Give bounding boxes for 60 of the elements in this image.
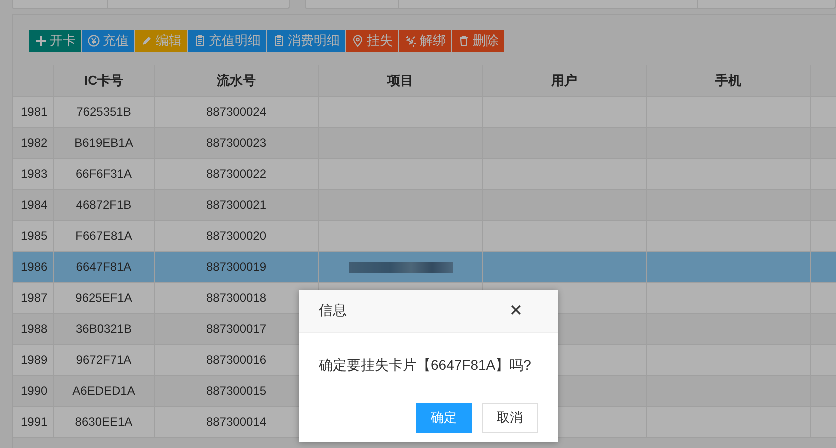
pencil-icon bbox=[141, 35, 153, 47]
row-number: 1982 bbox=[21, 136, 48, 150]
table-cell: 887300015 bbox=[206, 384, 267, 398]
table-cell: 887300023 bbox=[206, 136, 267, 150]
row-number: 1991 bbox=[21, 415, 48, 429]
toolbar-button[interactable]: 充值明细 bbox=[188, 30, 266, 52]
yen-icon bbox=[88, 35, 100, 47]
toolbar-button[interactable]: 充值 bbox=[82, 30, 134, 52]
table-cell: 8630EE1A bbox=[75, 415, 133, 429]
dialog-message: 确定要挂失卡片【6647F81A】吗? bbox=[319, 357, 532, 373]
table-cell: B619EB1A bbox=[74, 136, 134, 150]
unlink-icon bbox=[405, 35, 417, 47]
table-cell: 887300020 bbox=[206, 229, 267, 243]
cancel-button[interactable]: 取消 bbox=[482, 403, 538, 433]
row-number: 1988 bbox=[21, 322, 48, 336]
table-cell: A6EDED1A bbox=[72, 384, 136, 398]
table-cell: 887300021 bbox=[206, 198, 267, 212]
table-cell: 887300024 bbox=[206, 105, 267, 119]
clipboard-icon bbox=[194, 35, 206, 47]
toolbar-button[interactable]: 开卡 bbox=[29, 30, 81, 52]
toolbar-button[interactable]: 挂失 bbox=[346, 30, 398, 52]
row-number: 1983 bbox=[21, 167, 48, 181]
row-number: 1990 bbox=[21, 384, 48, 398]
table-cell: F667E81A bbox=[76, 229, 132, 243]
table-cell: 46872F1B bbox=[76, 198, 132, 212]
table-cell: 887300018 bbox=[206, 291, 267, 305]
column-header: 项目 bbox=[319, 65, 483, 96]
table-cell: 66F6F31A bbox=[76, 167, 132, 181]
pin-icon bbox=[352, 35, 364, 47]
clipboard-icon bbox=[273, 35, 285, 47]
column-header: IC卡号 bbox=[54, 65, 155, 96]
column-header: 手机 bbox=[647, 65, 811, 96]
table-cell: 36B0321B bbox=[76, 322, 132, 336]
row-number: 1981 bbox=[21, 105, 48, 119]
plus-icon bbox=[35, 35, 47, 47]
table-cell: 887300017 bbox=[206, 322, 267, 336]
column-header: 流水号 bbox=[155, 65, 319, 96]
table-cell: 9672F71A bbox=[76, 353, 132, 367]
selected-row-highlight[interactable]: 1986 6647F81A 887300019 bbox=[13, 252, 836, 283]
column-header: 用户 bbox=[483, 65, 647, 96]
toolbar-button[interactable]: 删除 bbox=[452, 30, 504, 52]
table-cell: 7625351B bbox=[76, 105, 132, 119]
row-number: 1985 bbox=[21, 229, 48, 243]
row-number: 1984 bbox=[21, 198, 48, 212]
table-cell: 887300016 bbox=[206, 353, 267, 367]
row-number: 1989 bbox=[21, 353, 48, 367]
row-number: 1987 bbox=[21, 291, 48, 305]
table-cell: 887300014 bbox=[206, 415, 267, 429]
row-number: 1986 bbox=[21, 260, 48, 274]
toolbar-button[interactable]: 消费明细 bbox=[267, 30, 345, 52]
table-cell: 887300022 bbox=[206, 167, 267, 181]
table-cell: 6647F81A bbox=[76, 260, 132, 274]
toolbar-button[interactable]: 编辑 bbox=[135, 30, 187, 52]
confirm-button[interactable]: 确定 bbox=[416, 403, 472, 433]
close-button[interactable]: ✕ bbox=[488, 296, 544, 326]
toolbar-button[interactable]: 解绑 bbox=[399, 30, 451, 52]
table-cell: 9625EF1A bbox=[76, 291, 132, 305]
table-cell: 887300019 bbox=[206, 260, 267, 274]
trash-icon bbox=[458, 35, 470, 47]
dialog-title: 信息 bbox=[319, 302, 347, 320]
